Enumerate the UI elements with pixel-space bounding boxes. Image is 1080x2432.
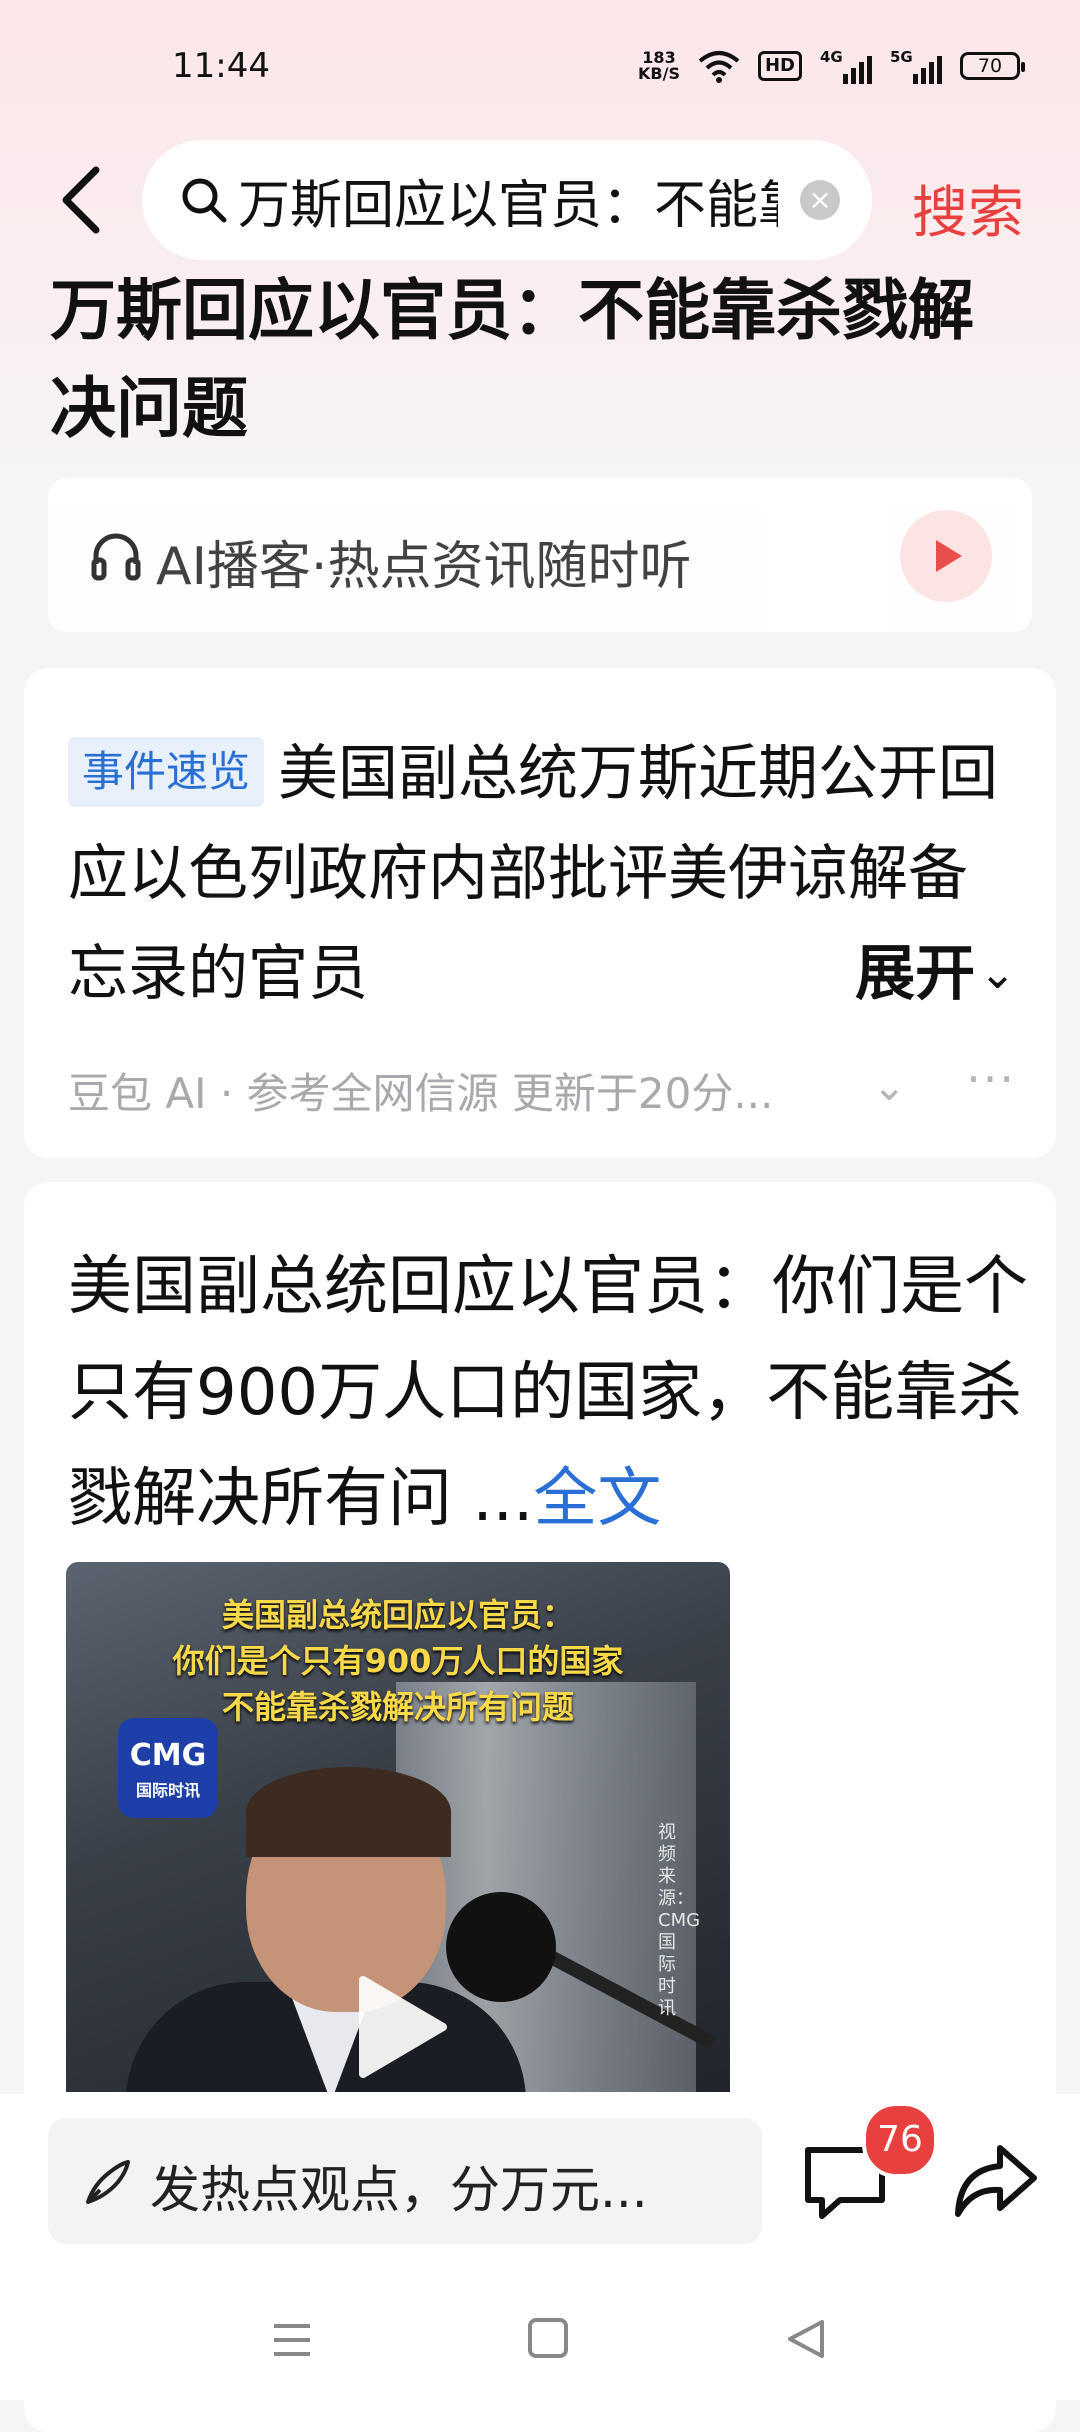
summary-source: 豆包 AI · 参考全网信源 更新于20分... — [68, 1069, 774, 1118]
wifi-icon — [698, 51, 740, 83]
network-speed-unit: KB/S — [638, 64, 680, 83]
sim2-signal-icon: 5G — [890, 48, 942, 84]
clear-icon[interactable]: × — [800, 180, 840, 220]
cmg-logo-sub: 国际时讯 — [135, 1781, 200, 1800]
status-bar: 11:44 183 KB/S HD 4G 5G 70 — [0, 0, 1080, 120]
pen-icon — [86, 2160, 130, 2204]
video-caption-line1: 美国副总统回应以官员： — [221, 1596, 574, 1634]
podcast-label: AI播客·热点资讯随时听 — [156, 537, 692, 597]
comment-placeholder: 发热点观点，分万元... — [150, 2161, 648, 2219]
share-icon[interactable] — [950, 2134, 1040, 2224]
network-speed: 183 KB/S — [638, 50, 680, 82]
home-icon[interactable] — [528, 2318, 568, 2358]
search-row: 万斯回应以官员：不能靠杀戮解决问题 × 搜索 — [0, 140, 1080, 260]
search-icon — [182, 178, 227, 223]
search-button[interactable]: 搜索 — [912, 168, 1024, 249]
back-arrow-icon[interactable] — [48, 150, 118, 250]
search-input[interactable]: 万斯回应以官员：不能靠杀戮解决问题 × — [142, 140, 872, 260]
video-caption: 美国副总统回应以官员： 你们是个只有900万人口的国家 不能靠杀戮解决所有问题 — [66, 1592, 730, 1730]
cmg-logo: CMG 国际时讯 — [118, 1718, 218, 1818]
podcast-play-button[interactable] — [900, 510, 992, 602]
search-query[interactable]: 万斯回应以官员：不能靠杀戮解决问题 — [238, 163, 778, 238]
hd-voice-icon: HD — [757, 51, 802, 81]
video-thumbnail[interactable]: 美国副总统回应以官员： 你们是个只有900万人口的国家 不能靠杀戮解决所有问题 … — [66, 1562, 730, 2092]
video-person-hair — [246, 1767, 451, 1857]
battery-level: 70 — [977, 55, 1003, 77]
article-snippet: 美国副总统回应以官员：你们是个只有900万人口的国家，不能靠杀戮解决所有问 ..… — [68, 1234, 1028, 1552]
sim1-signal-icon: 4G — [820, 48, 872, 84]
page-title: 万斯回应以官员：不能靠杀戮解决问题 — [50, 272, 974, 447]
comment-input[interactable]: 发热点观点，分万元... — [48, 2118, 762, 2244]
fulltext-link[interactable]: 全文 — [533, 1462, 661, 1536]
status-icons: 183 KB/S HD 4G 5G 70 — [638, 44, 1025, 88]
source-chevron-down-icon[interactable]: ⌄ — [872, 1064, 906, 1110]
event-summary-card[interactable]: 事件速览 美国副总统万斯近期公开回应以色列政府内部批评美伊谅解备忘录的官员 展开⌄… — [24, 668, 1056, 1158]
menu-icon[interactable] — [270, 2320, 314, 2360]
sim2-network-label: 5G — [890, 48, 913, 66]
video-play-icon[interactable] — [351, 1972, 451, 2082]
ai-podcast-bar[interactable]: AI播客·热点资讯随时听 — [48, 478, 1032, 632]
more-options-icon[interactable]: ··· — [966, 1052, 1016, 1106]
expand-label: 展开 — [855, 939, 976, 1009]
video-source-note: 视频来源：CMG国际时讯 — [658, 1822, 701, 2019]
battery-icon: 70 — [960, 52, 1025, 80]
headphones-icon — [91, 533, 141, 581]
back-triangle-icon[interactable] — [784, 2316, 828, 2362]
expand-button[interactable]: 展开⌄ — [825, 924, 1016, 1024]
status-time: 11:44 — [172, 46, 270, 86]
system-navigation-bar — [0, 2290, 1080, 2400]
play-icon — [936, 540, 962, 572]
cmg-logo-main: CMG — [129, 1738, 207, 1773]
bottom-bar: 发热点观点，分万元... 76 — [0, 2094, 1080, 2400]
event-tag: 事件速览 — [68, 737, 265, 807]
sim1-network-label: 4G — [820, 48, 843, 66]
comment-count-badge: 76 — [862, 2102, 938, 2178]
chevron-down-icon: ⌄ — [979, 948, 1016, 999]
video-caption-line2: 你们是个只有900万人口的国家 — [172, 1642, 624, 1680]
video-microphone — [446, 1892, 556, 2002]
